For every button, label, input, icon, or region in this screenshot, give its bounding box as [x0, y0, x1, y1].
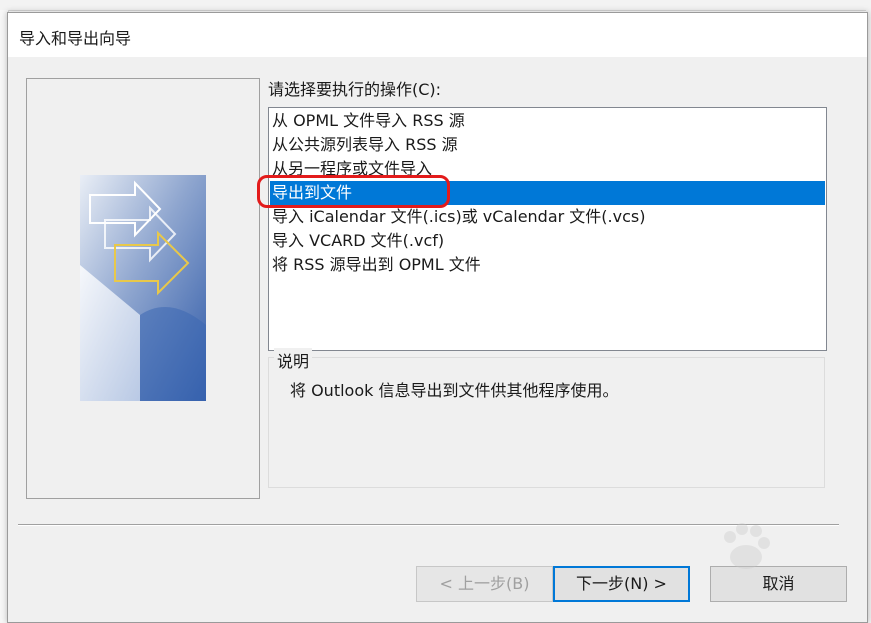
dialog-title: 导入和导出向导: [19, 29, 132, 48]
baidu-watermark-icon: [724, 523, 770, 569]
option-import-public-feed-list[interactable]: 从公共源列表导入 RSS 源: [270, 133, 825, 157]
option-import-icalendar[interactable]: 导入 iCalendar 文件(.ics)或 vCalendar 文件(.vcs…: [270, 205, 825, 229]
operation-listbox[interactable]: 从 OPML 文件导入 RSS 源 从公共源列表导入 RSS 源 从另一程序或文…: [268, 107, 827, 351]
option-export-rss-to-opml[interactable]: 将 RSS 源导出到 OPML 文件: [270, 253, 825, 277]
option-import-vcard[interactable]: 导入 VCARD 文件(.vcf): [270, 229, 825, 253]
wizard-image-panel: [26, 78, 260, 499]
operation-prompt-label: 请选择要执行的操作(C):: [268, 80, 442, 99]
description-legend: 说明: [274, 348, 313, 372]
dialog-titlebar[interactable]: 导入和导出向导: [8, 13, 867, 57]
highlight-annotation-ring: [257, 175, 450, 208]
description-text: 将 Outlook 信息导出到文件供其他程序使用。: [290, 381, 619, 400]
option-import-opml[interactable]: 从 OPML 文件导入 RSS 源: [270, 109, 825, 133]
wizard-arrows-illustration-icon: [80, 175, 206, 401]
back-button[interactable]: < 上一步(B): [416, 566, 553, 602]
background-toolbar-strip: [0, 0, 871, 11]
